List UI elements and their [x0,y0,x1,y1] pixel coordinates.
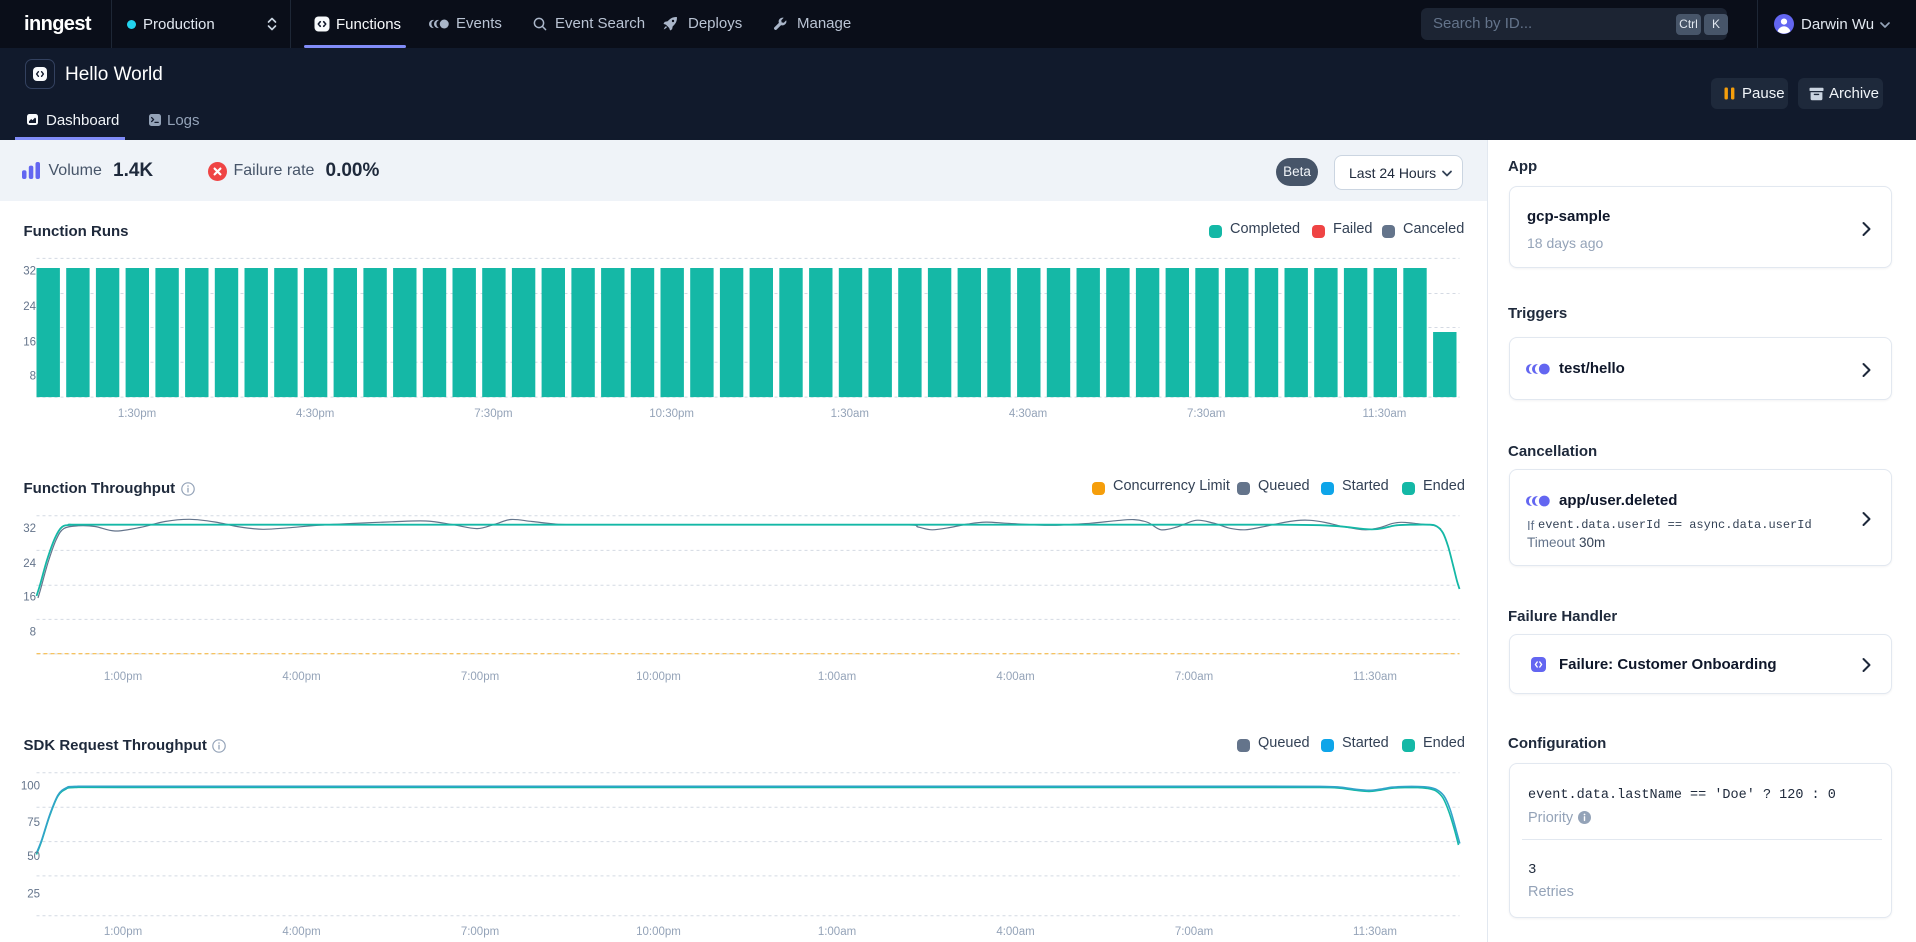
svg-text:10:30pm: 10:30pm [649,408,694,420]
svg-text:4:00am: 4:00am [996,926,1034,938]
svg-text:8: 8 [30,371,36,383]
svg-text:100: 100 [21,781,40,793]
svg-text:4:30am: 4:30am [1009,408,1047,420]
svg-text:8: 8 [30,627,36,639]
svg-text:7:00am: 7:00am [1175,671,1213,683]
svg-text:10:00pm: 10:00pm [636,926,681,938]
svg-text:7:30am: 7:30am [1187,408,1225,420]
svg-text:1:00pm: 1:00pm [104,671,142,683]
svg-text:11:30am: 11:30am [1353,671,1397,683]
svg-text:16: 16 [23,591,36,603]
svg-text:16: 16 [23,337,36,349]
svg-text:11:30am: 11:30am [1362,408,1406,420]
svg-text:32: 32 [23,266,36,278]
svg-text:1:30am: 1:30am [831,408,869,420]
svg-text:10:00pm: 10:00pm [636,671,681,683]
svg-text:32: 32 [23,523,36,535]
svg-text:50: 50 [27,851,40,863]
svg-text:1:00pm: 1:00pm [104,926,142,938]
svg-text:7:30pm: 7:30pm [474,408,512,420]
svg-text:4:00pm: 4:00pm [282,671,320,683]
svg-text:75: 75 [27,817,40,829]
svg-text:1:30pm: 1:30pm [118,408,156,420]
svg-text:24: 24 [23,301,36,313]
svg-text:1:00am: 1:00am [818,671,856,683]
svg-text:25: 25 [27,888,40,900]
svg-text:7:00pm: 7:00pm [461,671,499,683]
svg-text:4:30pm: 4:30pm [296,408,334,420]
svg-text:1:00am: 1:00am [818,926,856,938]
svg-text:4:00pm: 4:00pm [282,926,320,938]
svg-text:4:00am: 4:00am [996,671,1034,683]
svg-text:24: 24 [23,558,36,570]
svg-text:11:30am: 11:30am [1353,926,1397,938]
svg-text:7:00pm: 7:00pm [461,926,499,938]
svg-text:7:00am: 7:00am [1175,926,1213,938]
